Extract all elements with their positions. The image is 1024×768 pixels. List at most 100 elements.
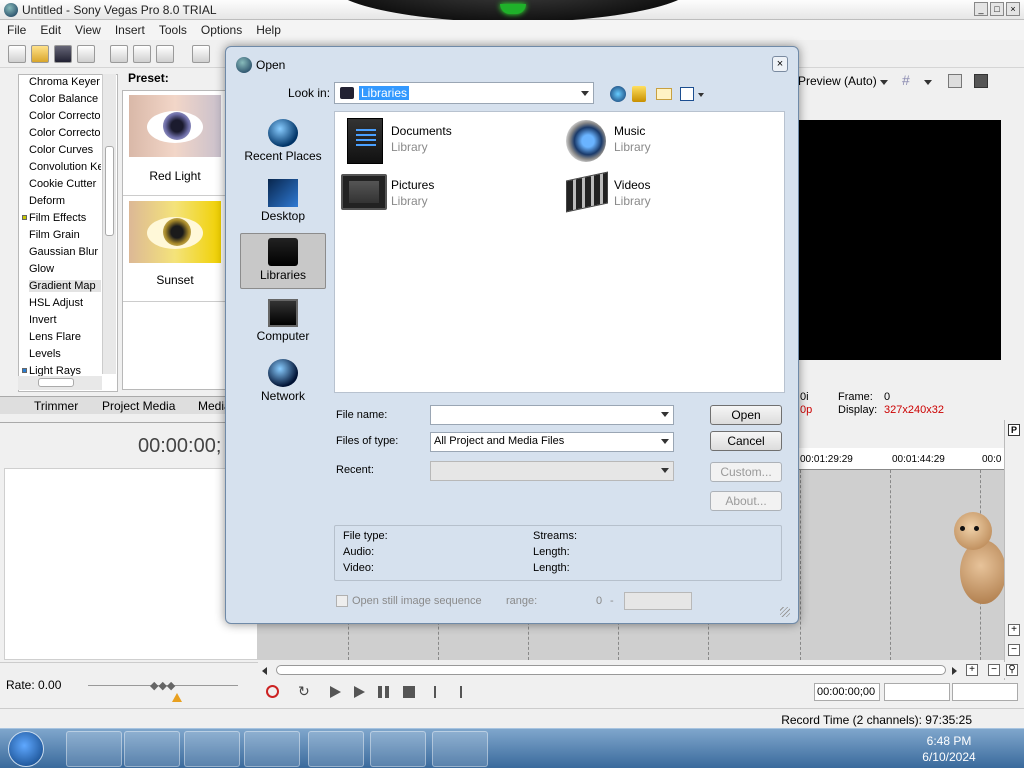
maximize-button[interactable]: □ — [990, 2, 1004, 16]
list-item[interactable]: Levels — [29, 348, 101, 360]
list-item[interactable]: HSL Adjust — [29, 297, 101, 309]
chevron-down-icon[interactable] — [661, 468, 669, 473]
preset-thumbnail[interactable] — [129, 201, 221, 263]
scroll-thumb[interactable] — [276, 665, 946, 675]
chevron-down-icon[interactable] — [698, 93, 704, 97]
chevron-down-icon[interactable] — [581, 91, 589, 96]
zoom-out-icon[interactable]: − — [988, 664, 1000, 676]
start-button-icon[interactable] — [8, 731, 44, 767]
dialog-close-button[interactable]: × — [772, 56, 788, 72]
file-item-documents[interactable]: Documents Library — [339, 118, 539, 164]
slider-handle-icon[interactable]: ◆◆◆ — [150, 679, 175, 692]
pause-icon[interactable] — [378, 686, 382, 698]
taskbar-app-icon[interactable] — [432, 731, 488, 767]
up-folder-icon[interactable] — [632, 86, 646, 102]
view-menu-icon[interactable] — [680, 87, 694, 101]
place-recent-places[interactable]: Recent Places — [240, 115, 326, 171]
selection-start-field[interactable] — [884, 683, 950, 701]
place-computer[interactable]: Computer — [240, 295, 326, 351]
go-to-end-icon[interactable] — [460, 686, 462, 698]
recent-select[interactable] — [430, 461, 674, 481]
copy-icon[interactable] — [133, 45, 151, 63]
list-item[interactable]: Convolution Kernel — [29, 161, 101, 173]
list-item[interactable]: Lens Flare — [29, 331, 101, 343]
list-item[interactable]: Chroma Keyer — [29, 76, 101, 88]
minimize-button[interactable]: _ — [974, 2, 988, 16]
list-item[interactable]: Color Curves — [29, 144, 101, 156]
chevron-down-icon[interactable] — [661, 439, 669, 444]
preset-name[interactable]: Sunset — [123, 273, 227, 287]
go-to-start-icon[interactable] — [434, 686, 436, 698]
app-icon[interactable] — [4, 3, 18, 17]
scroll-thumb[interactable] — [105, 146, 114, 236]
copy-frame-icon[interactable] — [948, 74, 962, 88]
vegas-icon[interactable] — [370, 731, 426, 767]
selection-length-field[interactable] — [952, 683, 1018, 701]
save-frame-icon[interactable] — [974, 74, 988, 88]
menu-tools[interactable]: Tools — [152, 20, 194, 37]
transport-time[interactable]: 00:00:00;00 — [814, 683, 880, 701]
list-item[interactable]: Glow — [29, 263, 101, 275]
range-end-input[interactable] — [624, 592, 692, 610]
fx-list-hscrollbar[interactable] — [18, 376, 102, 390]
menu-icon[interactable]: P — [1008, 424, 1020, 436]
list-item[interactable]: Invert — [29, 314, 101, 326]
list-item[interactable]: Film Effects — [29, 212, 101, 224]
list-item[interactable]: Color Balance — [29, 93, 101, 105]
firefox-icon[interactable] — [244, 731, 300, 767]
zoom-in-icon[interactable]: + — [966, 664, 978, 676]
scroll-thumb[interactable] — [38, 378, 74, 387]
save-icon[interactable] — [54, 45, 72, 63]
file-item-music[interactable]: Music Library — [562, 118, 762, 162]
list-item[interactable]: Deform — [29, 195, 101, 207]
timeline-hscroll[interactable]: + − ⚲ — [258, 662, 1018, 678]
preset-thumbnail[interactable] — [129, 95, 221, 157]
cut-icon[interactable] — [110, 45, 128, 63]
explorer-icon[interactable] — [308, 731, 364, 767]
rate-marker-icon[interactable] — [172, 693, 182, 702]
list-item[interactable]: Film Grain — [29, 229, 101, 241]
chevron-down-icon[interactable] — [924, 80, 932, 85]
menu-file[interactable]: File — [0, 20, 33, 37]
play-icon[interactable] — [354, 686, 365, 698]
back-icon[interactable] — [610, 86, 626, 102]
new-folder-icon[interactable] — [656, 88, 672, 100]
clock[interactable]: 6:48 PM 6/10/2024 — [918, 733, 980, 765]
undo-icon[interactable] — [192, 45, 210, 63]
look-in-combo[interactable]: Libraries — [334, 82, 594, 104]
sequence-checkbox[interactable] — [336, 595, 348, 607]
custom-button[interactable]: Custom... — [710, 462, 782, 482]
scroll-right-icon[interactable] — [952, 667, 957, 675]
stop-icon[interactable] — [403, 686, 415, 698]
scroll-left-icon[interactable] — [262, 667, 267, 675]
menu-edit[interactable]: Edit — [33, 20, 68, 37]
paste-icon[interactable] — [156, 45, 174, 63]
play-from-start-icon[interactable] — [330, 686, 341, 698]
close-button[interactable]: × — [1006, 2, 1020, 16]
taskbar-app-icon[interactable] — [184, 731, 240, 767]
resize-grip-icon[interactable] — [780, 607, 790, 617]
new-icon[interactable] — [8, 45, 26, 63]
menu-view[interactable]: View — [68, 20, 108, 37]
fx-list-scrollbar[interactable] — [102, 74, 116, 374]
preset-name[interactable]: Red Light — [123, 169, 227, 183]
file-name-input[interactable] — [430, 405, 674, 425]
list-item[interactable]: Gaussian Blur — [29, 246, 101, 258]
file-list[interactable]: Documents Library Music Library Pictures… — [334, 111, 785, 393]
taskbar-media-icon[interactable] — [124, 731, 180, 767]
magnify-icon[interactable]: ⚲ — [1006, 664, 1018, 676]
file-item-pictures[interactable]: Pictures Library — [339, 172, 539, 216]
loop-icon[interactable]: ↻ — [298, 683, 310, 700]
menu-options[interactable]: Options — [194, 20, 249, 37]
open-folder-icon[interactable] — [31, 45, 49, 63]
chevron-down-icon[interactable] — [880, 80, 888, 85]
list-item[interactable]: Color Corrector — [29, 127, 101, 139]
zoom-in-icon[interactable]: + — [1008, 624, 1020, 636]
list-item[interactable]: Gradient Map — [29, 280, 101, 292]
about-button[interactable]: About... — [710, 491, 782, 511]
place-libraries[interactable]: Libraries — [240, 233, 326, 289]
tab-project-media[interactable]: Project Media — [102, 399, 175, 413]
list-item[interactable]: Color Corrector — [29, 110, 101, 122]
list-item[interactable]: Cookie Cutter — [29, 178, 101, 190]
taskbar-app-icon[interactable] — [66, 731, 122, 767]
